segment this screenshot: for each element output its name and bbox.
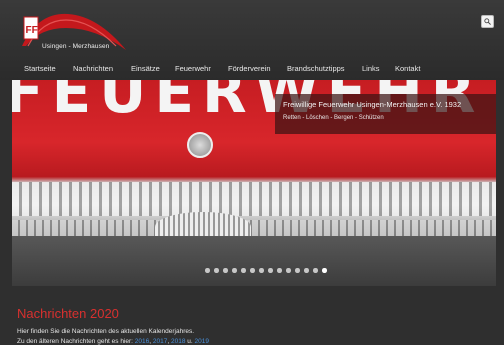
nav-item-nachrichten[interactable]: Nachrichten <box>73 64 113 73</box>
archive-prefix: Zu den älteren Nachrichten geht es hier: <box>17 338 133 345</box>
page-title: Nachrichten 2020 <box>17 306 119 321</box>
search-icon <box>484 18 491 25</box>
vehicle-grille-pattern <box>12 182 496 216</box>
nav-item-startseite[interactable]: Startseite <box>24 64 56 73</box>
slider-dot[interactable] <box>241 268 246 273</box>
hero-caption: Freiwillige Feuerwehr Usingen-Merzhausen… <box>275 94 496 134</box>
slider-dot[interactable] <box>232 268 237 273</box>
nav-item-einsaetze[interactable]: Einsätze <box>131 64 160 73</box>
slider-dot[interactable] <box>295 268 300 273</box>
archive-link-2017[interactable]: 2017 <box>153 338 167 345</box>
nav-item-feuerwehr[interactable]: Feuerwehr <box>175 64 211 73</box>
nav-item-brandschutztipps[interactable]: Brandschutztipps <box>287 64 345 73</box>
slider-dot[interactable] <box>205 268 210 273</box>
archive-link-2016[interactable]: 2016 <box>135 338 149 345</box>
hero-caption-subtitle: Retten - Löschen - Bergen - Schützen <box>283 115 384 121</box>
slider-dot[interactable] <box>268 268 273 273</box>
logo-name: Usingen - Merzhausen <box>42 43 110 50</box>
slider-dot[interactable] <box>277 268 282 273</box>
vehicle-emblem <box>187 132 213 158</box>
nav-item-links[interactable]: Links <box>362 64 380 73</box>
slider-navigation-bar <box>12 236 496 286</box>
slider-dot[interactable] <box>250 268 255 273</box>
slider-dot[interactable] <box>304 268 309 273</box>
slider-dot[interactable] <box>223 268 228 273</box>
slider-dot[interactable] <box>214 268 219 273</box>
intro-text: Hier finden Sie die Nachrichten des aktu… <box>17 328 195 335</box>
archive-link-2018[interactable]: 2018 <box>171 338 185 345</box>
search-button[interactable] <box>481 15 494 28</box>
nav-item-kontakt[interactable]: Kontakt <box>395 64 420 73</box>
site-header: FF Usingen - Merzhausen Startseite Nachr… <box>0 0 504 80</box>
vehicle-bumper-pattern <box>12 220 496 236</box>
hero-caption-title: Freiwillige Feuerwehr Usingen-Merzhausen… <box>283 100 462 109</box>
vehicle-grille <box>155 212 251 236</box>
slider-dot[interactable] <box>322 268 327 273</box>
slider-dot[interactable] <box>259 268 264 273</box>
site-logo[interactable]: FF Usingen - Merzhausen <box>18 6 130 56</box>
slider-dot[interactable] <box>286 268 291 273</box>
archive-link-2019[interactable]: 2019 <box>195 338 209 345</box>
nav-item-foerderverein[interactable]: Förderverein <box>228 64 271 73</box>
slider-dot[interactable] <box>313 268 318 273</box>
logo-letters: FF <box>26 25 38 36</box>
archive-text: Zu den älteren Nachrichten geht es hier:… <box>17 338 209 345</box>
